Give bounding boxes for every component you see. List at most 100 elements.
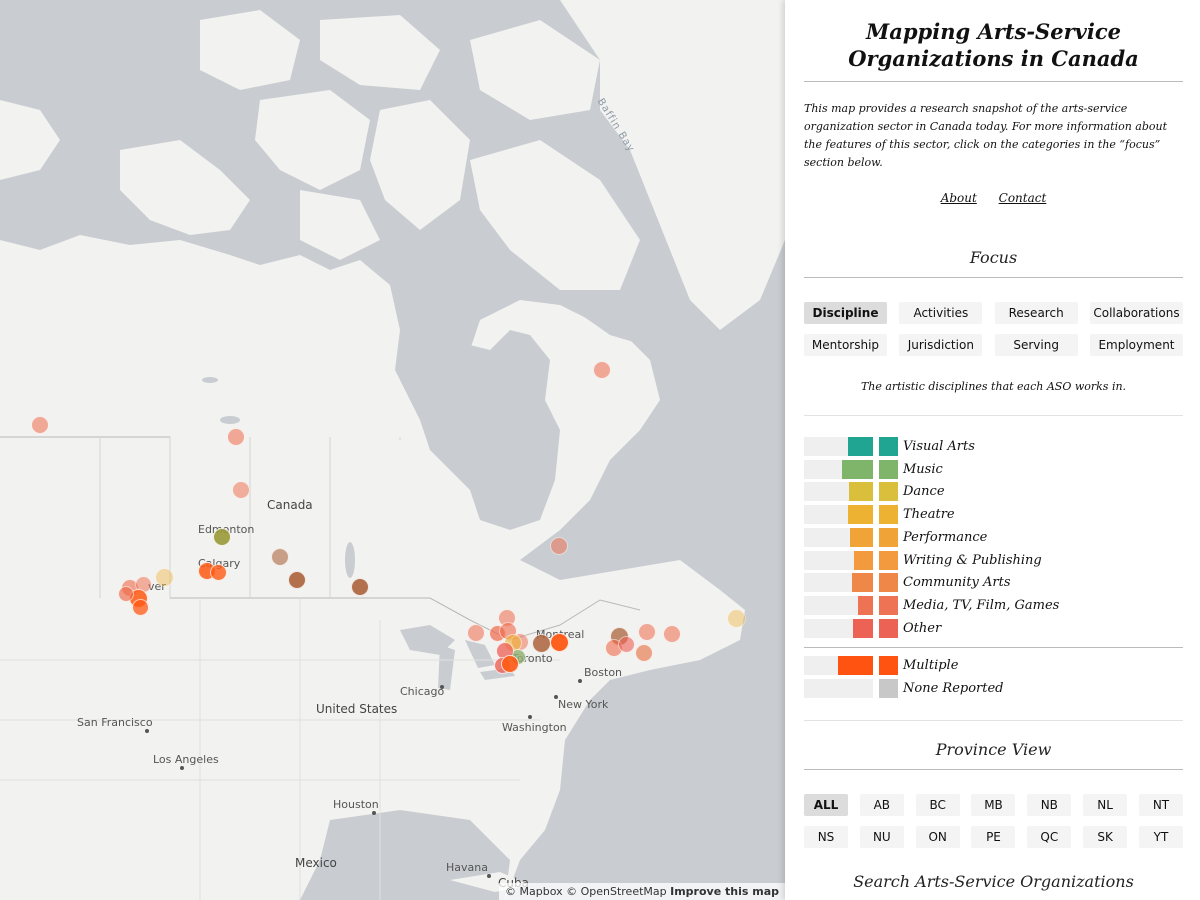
organization-marker[interactable]	[288, 571, 306, 589]
legend-bar	[804, 618, 873, 638]
legend-bar	[804, 595, 873, 615]
legend-bar-fill	[852, 573, 873, 593]
legend-label: Writing & Publishing	[903, 552, 1042, 568]
province-button-ab[interactable]: AB	[859, 794, 904, 816]
houston-label: Houston	[333, 798, 379, 811]
focus-tab-employment[interactable]: Employment	[1089, 334, 1183, 356]
province-button-ns[interactable]: NS	[804, 826, 848, 848]
province-buttons-row-2: NS NU ON PE QC SK YT	[804, 826, 1183, 848]
organization-marker[interactable]	[213, 528, 231, 546]
focus-divider	[804, 277, 1183, 278]
map-canvas[interactable]: Baffin Bay Canada Edmonton Calgary ver M…	[0, 0, 785, 900]
focus-tab-activities[interactable]: Activities	[899, 302, 983, 324]
new-york-label: New York	[558, 698, 609, 711]
legend-bar-fill	[853, 618, 873, 638]
organization-marker[interactable]	[232, 481, 250, 499]
organization-marker[interactable]	[726, 608, 746, 628]
legend-bar-fill	[837, 656, 873, 675]
intro-text: This map provides a research snapshot of…	[804, 102, 1168, 169]
organization-marker[interactable]	[154, 567, 174, 587]
legend-swatch	[879, 527, 898, 547]
legend-item-music[interactable]: Music	[804, 459, 943, 479]
legend-item-community-arts[interactable]: Community Arts	[804, 573, 1011, 593]
province-button-nt[interactable]: NT	[1138, 794, 1183, 816]
focus-tab-serving[interactable]: Serving	[994, 334, 1078, 356]
province-button-on[interactable]: ON	[915, 826, 960, 848]
focus-description: The artistic disciplines that each ASO w…	[860, 380, 1127, 393]
legend-bar	[804, 527, 873, 547]
organization-marker[interactable]	[271, 548, 289, 566]
legend-item-theatre[interactable]: Theatre	[804, 505, 955, 525]
organization-marker[interactable]	[351, 578, 369, 596]
province-button-nl[interactable]: NL	[1083, 794, 1128, 816]
organization-marker[interactable]	[635, 644, 653, 662]
legend-label: Other	[903, 620, 942, 636]
legend-item-none-reported[interactable]: None Reported	[804, 678, 1003, 698]
focus-tab-collaborations[interactable]: Collaborations	[1089, 302, 1183, 324]
legend-bar-fill	[848, 505, 873, 525]
canada-label: Canada	[267, 498, 313, 512]
focus-buttons-row-1: Discipline Activities Research Collaboratio…	[804, 302, 1183, 324]
about-link[interactable]: About	[941, 191, 977, 205]
legend-bar	[804, 573, 873, 593]
organization-marker[interactable]	[617, 635, 635, 653]
province-button-yt[interactable]: YT	[1138, 826, 1183, 848]
organization-marker[interactable]	[31, 416, 49, 434]
legend-item-other[interactable]: Other	[804, 618, 942, 638]
page-title: Mapping Arts-Service Organizations in Ca…	[848, 19, 1139, 71]
legend-bar	[804, 459, 873, 479]
organization-marker[interactable]	[549, 632, 569, 652]
organization-marker[interactable]	[209, 563, 227, 581]
legend-item-dance[interactable]: Dance	[804, 482, 945, 502]
legend-item-performance[interactable]: Performance	[804, 527, 987, 547]
legend-item-visual-arts[interactable]: Visual Arts	[804, 437, 975, 456]
legend-swatch	[879, 573, 898, 593]
focus-tab-mentorship[interactable]: Mentorship	[804, 334, 887, 356]
province-button-sk[interactable]: SK	[1083, 826, 1128, 848]
havana-dot	[487, 874, 491, 878]
province-top-divider	[804, 720, 1183, 721]
basemap	[0, 0, 785, 900]
organization-marker[interactable]	[663, 625, 681, 643]
province-button-mb[interactable]: MB	[971, 794, 1016, 816]
province-heading: Province View	[935, 740, 1052, 759]
mapbox-attribution[interactable]: © Mapbox	[505, 885, 563, 898]
improve-map-link[interactable]: Improve this map	[670, 885, 779, 898]
focus-tab-discipline[interactable]: Discipline	[804, 302, 887, 324]
organization-marker[interactable]	[467, 624, 485, 642]
focus-tab-research[interactable]: Research	[994, 302, 1078, 324]
organization-marker[interactable]	[131, 598, 149, 616]
legend-label: Visual Arts	[903, 439, 975, 454]
province-button-nb[interactable]: NB	[1027, 794, 1072, 816]
legend-item-writing-publishing[interactable]: Writing & Publishing	[804, 550, 1042, 570]
organization-marker[interactable]	[118, 586, 134, 602]
legend-bar-fill	[841, 459, 873, 479]
province-button-nu[interactable]: NU	[859, 826, 904, 848]
legend-top-divider	[804, 415, 1183, 416]
organization-marker[interactable]	[638, 623, 656, 641]
legend-swatch	[879, 459, 898, 479]
focus-buttons-row-2: Mentorship Jurisdiction Serving Employment	[804, 334, 1183, 356]
legend-bar	[804, 550, 873, 570]
province-button-pe[interactable]: PE	[971, 826, 1016, 848]
legend-bar	[804, 482, 873, 502]
osm-attribution[interactable]: © OpenStreetMap	[566, 885, 667, 898]
organization-marker[interactable]	[593, 361, 611, 379]
new-york-dot	[554, 695, 558, 699]
focus-tab-jurisdiction[interactable]: Jurisdiction	[899, 334, 983, 356]
organization-marker[interactable]	[550, 537, 568, 555]
legend-label: Multiple	[903, 658, 959, 673]
legend-item-media-tv-film-games[interactable]: Media, TV, Film, Games	[804, 595, 1059, 615]
legend-swatch	[879, 482, 898, 502]
organization-marker[interactable]	[227, 428, 245, 446]
province-button-all[interactable]: ALL	[804, 794, 848, 816]
map-attribution: © Mapbox © OpenStreetMap Improve this ma…	[499, 883, 785, 900]
organization-marker[interactable]	[501, 655, 519, 673]
province-button-bc[interactable]: BC	[915, 794, 960, 816]
legend-swatch	[879, 595, 898, 615]
province-button-qc[interactable]: QC	[1027, 826, 1072, 848]
organization-marker[interactable]	[531, 633, 551, 653]
legend-bar-fill	[848, 482, 873, 502]
legend-item-multiple[interactable]: Multiple	[804, 656, 958, 675]
contact-link[interactable]: Contact	[999, 191, 1047, 205]
